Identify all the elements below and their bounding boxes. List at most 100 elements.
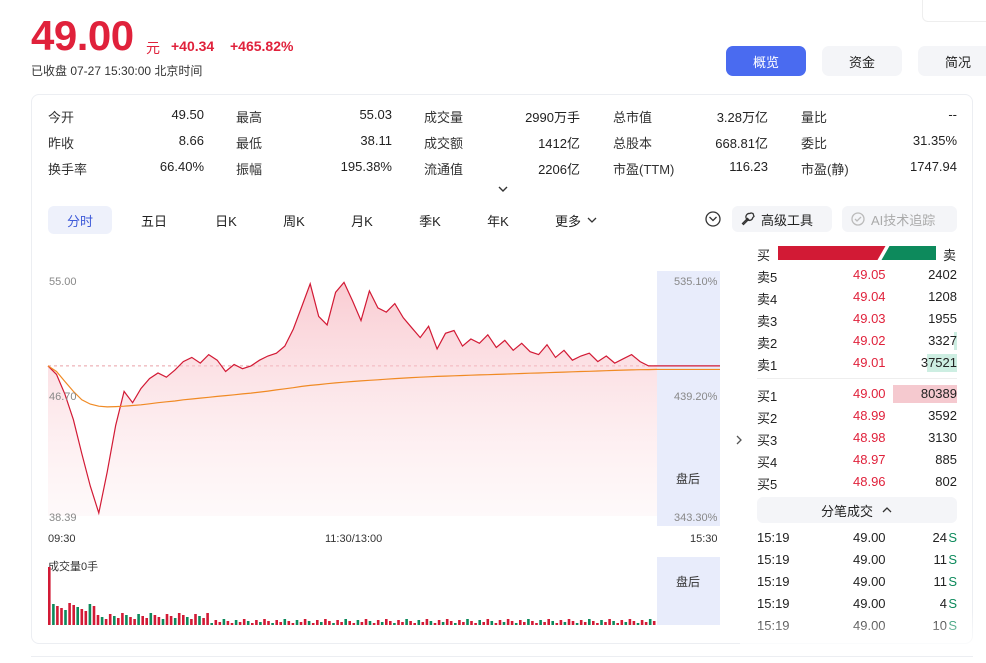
stat-label-pe-ttm: 市盈(TTM) xyxy=(613,162,675,177)
volume-bar xyxy=(364,619,368,625)
market-status: 已收盘 07-27 15:30:00 北京时间 xyxy=(31,64,203,78)
volume-bar xyxy=(506,619,510,625)
volume-bar xyxy=(514,623,518,625)
tab-funds[interactable]: 资金 xyxy=(822,46,902,76)
volume-bar xyxy=(234,620,238,625)
bid-row[interactable]: 买1 49.00 80389 xyxy=(757,383,957,405)
chevron-down-icon[interactable] xyxy=(496,182,510,196)
volume-bar xyxy=(64,610,67,625)
volume-bar xyxy=(437,620,441,625)
stat-value-pe-static: 1747.94 xyxy=(910,159,957,174)
tick-volume: 11 xyxy=(933,552,948,567)
advanced-tools-button[interactable]: 高级工具 xyxy=(732,206,832,232)
y-axis-min: 38.39 xyxy=(49,512,77,524)
tab-daily-k[interactable]: 日K xyxy=(198,206,254,234)
volume-bar xyxy=(291,623,295,625)
volume-bar xyxy=(287,621,291,625)
volume-bar xyxy=(494,623,498,625)
ask-row[interactable]: 卖1 49.01 37521 xyxy=(757,352,957,374)
stat-value-pe-ttm: 116.23 xyxy=(729,159,768,174)
volume-bar xyxy=(295,620,299,625)
bid-price: 48.99 xyxy=(853,408,886,423)
tab-more[interactable]: 更多 xyxy=(548,206,588,234)
volume-bar xyxy=(433,623,437,625)
volume-bar xyxy=(161,619,165,625)
bid-row[interactable]: 买3 48.98 3130 xyxy=(757,427,957,449)
stat-value-order-ratio: 31.35% xyxy=(912,133,957,148)
tick-volume: 4 xyxy=(939,596,947,611)
volume-bar xyxy=(474,623,477,625)
restore-icon[interactable] xyxy=(704,210,722,228)
volume-bar xyxy=(571,621,575,625)
volume-bar xyxy=(186,617,189,625)
bid-row[interactable]: 买5 48.96 802 xyxy=(757,471,957,493)
volume-bar xyxy=(238,622,242,625)
volume-bar xyxy=(596,623,599,625)
volume-bar xyxy=(620,620,624,625)
volume-bar xyxy=(56,606,59,625)
tab-quarterly-k[interactable]: 季K xyxy=(402,206,458,234)
volume-bar xyxy=(466,619,469,625)
volume-bar xyxy=(52,604,55,625)
tab-brief[interactable]: 简况 xyxy=(918,46,986,76)
sell-ratio-fill xyxy=(881,246,936,260)
volume-bar xyxy=(445,619,449,625)
ask-row[interactable]: 卖4 49.04 1208 xyxy=(757,286,957,308)
bid-row[interactable]: 买2 48.99 3592 xyxy=(757,405,957,427)
more-chevron-icon[interactable] xyxy=(586,213,598,225)
buy-ratio-fill xyxy=(778,246,886,260)
volume-bar xyxy=(454,623,457,625)
ticks-header-button[interactable]: 分笔成交 xyxy=(757,497,957,523)
tab-monthly-k[interactable]: 月K xyxy=(334,206,390,234)
top-right-panel xyxy=(922,0,986,22)
volume-bar xyxy=(462,622,465,625)
volume-bar xyxy=(311,623,315,625)
pct-axis-mid: 439.20% xyxy=(674,391,718,403)
volume-bar xyxy=(600,620,603,625)
stat-value-volume-ratio: -- xyxy=(948,107,957,122)
ask-price: 49.04 xyxy=(853,289,886,304)
tab-yearly-k[interactable]: 年K xyxy=(470,206,526,234)
volume-after-hours-zone xyxy=(657,557,720,625)
ask-row[interactable]: 卖5 49.05 2402 xyxy=(757,264,957,286)
volume-bar xyxy=(498,620,502,625)
stat-label-amplitude: 振幅 xyxy=(236,162,263,177)
ask-row[interactable]: 卖3 49.03 1955 xyxy=(757,308,957,330)
y-axis-max: 55.00 xyxy=(49,276,77,288)
stat-value-turnover-rate: 66.40% xyxy=(159,159,204,174)
tick-row: 15:19 49.00 11 S xyxy=(757,571,957,593)
bid-volume: 802 xyxy=(935,474,957,489)
volume-bar xyxy=(531,621,534,625)
volume-bar xyxy=(117,618,120,625)
bid-row[interactable]: 买4 48.97 885 xyxy=(757,449,957,471)
x-axis-end: 15:30 xyxy=(690,533,718,545)
chevron-right-icon[interactable] xyxy=(733,433,745,447)
volume-bar xyxy=(173,618,177,625)
volume-bar xyxy=(271,623,274,625)
ask-row[interactable]: 卖2 49.02 3327 xyxy=(757,330,957,352)
volume-bar xyxy=(303,619,307,625)
ask-level: 卖5 xyxy=(757,270,778,285)
volume-bar xyxy=(510,621,514,625)
volume-bar xyxy=(612,621,615,625)
tick-time: 15:19 xyxy=(757,596,790,611)
intraday-price-chart[interactable] xyxy=(46,268,722,526)
volume-bar xyxy=(636,623,640,625)
chevron-up-icon xyxy=(881,504,893,516)
volume-bar xyxy=(604,622,607,625)
tab-five-day[interactable]: 五日 xyxy=(126,206,182,234)
tab-overview[interactable]: 概览 xyxy=(726,46,806,76)
stat-label-low: 最低 xyxy=(236,136,263,151)
tick-side: S xyxy=(948,574,957,589)
volume-bar xyxy=(169,616,173,625)
volume-chart[interactable] xyxy=(46,555,722,627)
volume-bar xyxy=(324,619,327,625)
volume-bar xyxy=(218,622,222,625)
ai-tracking-button[interactable]: AI技术追踪 xyxy=(842,206,957,232)
tab-intraday[interactable]: 分时 xyxy=(48,206,112,234)
tab-weekly-k[interactable]: 周K xyxy=(266,206,322,234)
volume-bar xyxy=(429,621,433,625)
volume-bar xyxy=(259,622,262,625)
y-axis-mid: 46.70 xyxy=(49,391,77,403)
sell-ratio-label: 卖 xyxy=(943,248,957,263)
